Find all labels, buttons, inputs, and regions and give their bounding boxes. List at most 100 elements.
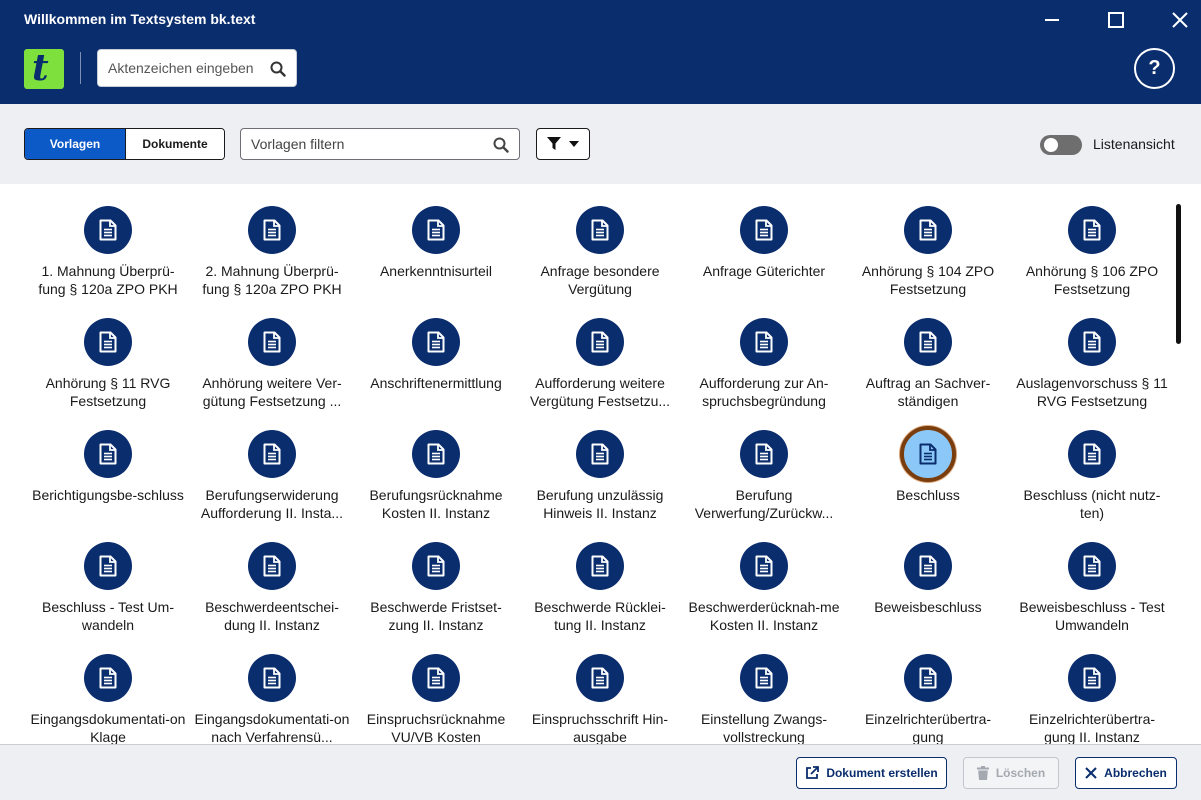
create-document-button[interactable]: Dokument erstellen (796, 757, 947, 789)
template-label: Anschriftenermittlung (370, 375, 502, 391)
window-title: Willkommen im Textsystem bk.text (24, 11, 256, 27)
template-item[interactable]: Beweisbeschluss (846, 520, 1010, 632)
template-label: Beschwerderücknah-me Kosten II. Instanz (688, 599, 840, 633)
aktenzeichen-input[interactable] (108, 50, 263, 86)
document-icon (427, 555, 445, 577)
logo-letter: t (32, 47, 49, 89)
template-item[interactable]: Anhörung weitere Ver-gütung Festsetzung … (190, 296, 354, 409)
template-item[interactable]: Beschluss (nicht nutz-ten) (1010, 408, 1174, 521)
minimize-button[interactable] (1024, 0, 1080, 40)
template-icon-circle (904, 654, 952, 702)
document-icon (1083, 555, 1101, 577)
template-label: Anhörung § 11 RVG Festsetzung (45, 375, 171, 409)
template-item[interactable]: Berufungserwiderung Aufforderung II. Ins… (190, 408, 354, 521)
cancel-button[interactable]: Abbrechen (1075, 757, 1177, 789)
minimize-icon (1045, 19, 1059, 21)
template-item[interactable]: Beschluss (846, 408, 1010, 520)
template-label: Beschwerde Fristset-zung II. Instanz (370, 599, 502, 633)
list-view-toggle[interactable] (1040, 135, 1082, 155)
template-label: Berufung unzulässig Hinweis II. Instanz (536, 487, 664, 521)
create-document-label: Dokument erstellen (826, 766, 938, 780)
document-icon (263, 219, 281, 241)
template-item[interactable]: Auslagenvorschuss § 11 RVG Festsetzung (1010, 296, 1174, 409)
template-item[interactable]: Berufung unzulässig Hinweis II. Instanz (518, 408, 682, 521)
template-icon-circle (740, 430, 788, 478)
template-item[interactable]: Aufforderung zur An-spruchsbegründung (682, 296, 846, 409)
template-item[interactable]: Berufungsrücknahme Kosten II. Instanz (354, 408, 518, 521)
template-label: Beweisbeschluss - Test Umwandeln (1019, 599, 1165, 633)
template-item[interactable]: Anfrage besondere Vergütung (518, 184, 682, 297)
template-icon-circle (1068, 206, 1116, 254)
template-item[interactable]: Auftrag an Sachver-ständigen (846, 296, 1010, 409)
template-label: Berufung Verwerfung/Zurückw... (694, 487, 834, 521)
template-item[interactable]: Einspruchsrücknahme VU/VB Kosten (354, 632, 518, 744)
template-item[interactable]: Einzelrichterübertra-gung (846, 632, 1010, 744)
template-item[interactable]: Beschwerde Fristset-zung II. Instanz (354, 520, 518, 633)
template-label: Beschluss - Test Um-wandeln (42, 599, 174, 633)
template-label: Eingangsdokumentati-on Klage (30, 711, 186, 744)
template-item[interactable]: Einzelrichterübertra-gung II. Instanz (1010, 632, 1174, 744)
close-window-button[interactable] (1152, 0, 1201, 40)
template-label: Berufungsrücknahme Kosten II. Instanz (369, 487, 503, 521)
template-icon-circle (1068, 430, 1116, 478)
template-item[interactable]: Beschwerdeentschei-dung II. Instanz (190, 520, 354, 633)
template-icon-circle (248, 430, 296, 478)
template-item[interactable]: Aufforderung weitere Vergütung Festsetzu… (518, 296, 682, 409)
template-item[interactable]: Einstellung Zwangs-vollstreckung (682, 632, 846, 744)
template-item[interactable]: Beschwerde Rücklei-tung II. Instanz (518, 520, 682, 633)
template-label: Berufungserwiderung Aufforderung II. Ins… (200, 487, 344, 521)
app-logo: t (24, 47, 64, 89)
template-item[interactable]: Anschriftenermittlung (354, 296, 518, 408)
template-icon-circle (904, 318, 952, 366)
trash-icon (976, 766, 989, 780)
template-icon-circle (248, 654, 296, 702)
template-item[interactable]: Berichtigungsbe-schluss (26, 408, 190, 520)
document-icon (99, 667, 117, 689)
tab-dokumente[interactable]: Dokumente (125, 129, 224, 159)
template-item[interactable]: Eingangsdokumentati-on nach Verfahrensü.… (190, 632, 354, 744)
template-label: Anfrage Güterichter (702, 263, 826, 279)
template-item[interactable]: Anhörung § 104 ZPO Festsetzung (846, 184, 1010, 297)
search-icon[interactable] (270, 61, 286, 77)
template-item[interactable]: Beschluss - Test Um-wandeln (26, 520, 190, 633)
template-item[interactable]: Anerkenntnisurteil (354, 184, 518, 296)
template-item[interactable]: Eingangsdokumentati-on Klage (26, 632, 190, 744)
template-label: Beschluss (896, 487, 960, 503)
template-icon-circle (904, 542, 952, 590)
template-item[interactable]: Beschwerderücknah-me Kosten II. Instanz (682, 520, 846, 633)
filter-dropdown-button[interactable] (536, 128, 590, 160)
template-icon-circle (412, 430, 460, 478)
vorlagen-filter[interactable] (240, 128, 520, 160)
document-icon (263, 667, 281, 689)
document-icon (427, 331, 445, 353)
maximize-button[interactable] (1088, 0, 1144, 40)
template-item[interactable]: Beweisbeschluss - Test Umwandeln (1010, 520, 1174, 633)
aktenzeichen-search[interactable] (97, 49, 297, 87)
document-icon (591, 555, 609, 577)
template-item[interactable]: Anhörung § 106 ZPO Festsetzung (1010, 184, 1174, 297)
template-label: Einstellung Zwangs-vollstreckung (700, 711, 828, 744)
vorlagen-filter-input[interactable] (251, 129, 486, 159)
template-label: Berichtigungsbe-schluss (32, 487, 184, 503)
template-icon-circle (1068, 654, 1116, 702)
help-button[interactable]: ? (1134, 48, 1175, 89)
search-icon[interactable] (493, 137, 509, 153)
template-label: Anhörung § 104 ZPO Festsetzung (861, 263, 995, 297)
template-item[interactable]: Berufung Verwerfung/Zurückw... (682, 408, 846, 521)
document-icon (755, 555, 773, 577)
document-icon (99, 331, 117, 353)
template-item[interactable]: Anhörung § 11 RVG Festsetzung (26, 296, 190, 409)
template-grid: 1. Mahnung Überprü-fung § 120a ZPO PKH 2.… (0, 184, 1201, 744)
tab-vorlagen[interactable]: Vorlagen (25, 129, 125, 159)
template-label: Beweisbeschluss (874, 599, 982, 615)
template-icon-circle (1068, 318, 1116, 366)
template-item[interactable]: Einspruchsschrift Hin-ausgabe (518, 632, 682, 744)
scrollbar[interactable] (1176, 204, 1181, 344)
template-item[interactable]: 2. Mahnung Überprü-fung § 120a ZPO PKH (190, 184, 354, 297)
list-view-label: Listenansicht (1093, 136, 1175, 152)
template-item[interactable]: Anfrage Güterichter (682, 184, 846, 296)
toolbar: Vorlagen Dokumente Listenansicht (0, 104, 1201, 184)
delete-label: Löschen (995, 766, 1046, 780)
delete-button[interactable]: Löschen (963, 757, 1059, 789)
template-item[interactable]: 1. Mahnung Überprü-fung § 120a ZPO PKH (26, 184, 190, 297)
